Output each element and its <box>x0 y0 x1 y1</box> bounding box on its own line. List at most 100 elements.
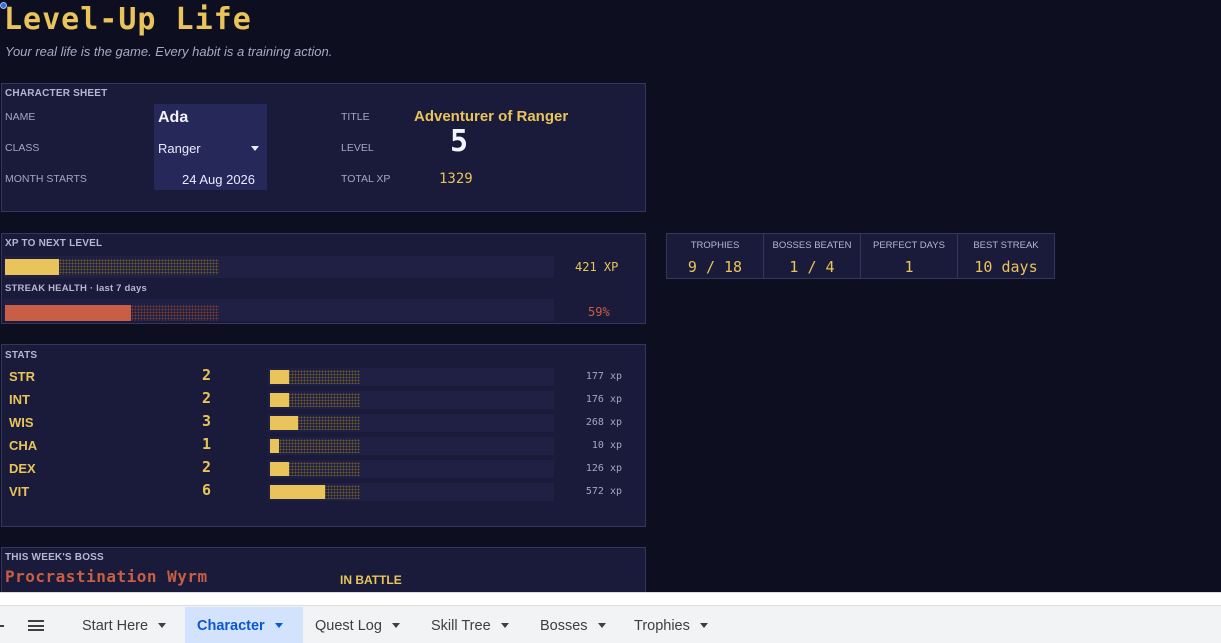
stat-level: 2 <box>202 389 212 407</box>
stat-xp: 177 xp <box>585 371 622 382</box>
chevron-down-icon[interactable] <box>699 623 708 628</box>
chevron-down-icon[interactable] <box>597 623 606 628</box>
stat-level: 2 <box>202 366 212 384</box>
stat-xp: 268 xp <box>585 417 622 428</box>
summary-panel: TROPHIES 9 / 18 BOSSES BEATEN 1 / 4 PERF… <box>666 233 1055 279</box>
level-label: LEVEL <box>341 142 374 154</box>
stat-bar-fill <box>270 393 289 407</box>
stat-bar <box>270 416 360 430</box>
summary-label: PERFECT DAYS <box>873 240 945 251</box>
summary-best-streak: BEST STREAK 10 days <box>958 234 1054 279</box>
name-label: NAME <box>5 111 36 123</box>
stat-bar-fill <box>270 370 289 384</box>
stat-name: INT <box>9 392 30 407</box>
character-sheet-label: CHARACTER SHEET <box>5 88 108 99</box>
xp-progress-bar <box>5 259 219 275</box>
tab-skill-tree[interactable]: Skill Tree <box>419 607 521 643</box>
summary-label: BEST STREAK <box>973 240 1039 251</box>
all-sheets-menu-icon[interactable] <box>28 620 44 631</box>
tab-trophies[interactable]: Trophies <box>622 607 720 643</box>
streak-progress-fill <box>5 305 132 321</box>
chevron-down-icon[interactable] <box>500 623 509 628</box>
stat-row-int: INT 2 176 xp <box>2 389 646 412</box>
tab-start-here[interactable]: Start Here <box>70 607 178 643</box>
summary-value: 1 / 4 <box>789 258 835 276</box>
month-starts-field[interactable]: 24 Aug 2026 <box>182 172 255 187</box>
month-starts-label: MONTH STARTS <box>5 173 87 185</box>
tab-label: Character <box>197 617 265 634</box>
stat-row-str: STR 2 177 xp <box>2 366 646 389</box>
class-select[interactable]: Ranger <box>158 141 201 156</box>
page-subtitle: Your real life is the game. Every habit … <box>5 44 333 59</box>
chevron-down-icon[interactable] <box>274 623 283 628</box>
total-xp-value: 1329 <box>439 171 473 187</box>
stat-name: VIT <box>9 484 30 499</box>
scroll-left-icon[interactable] <box>0 625 4 627</box>
chevron-down-icon[interactable] <box>391 623 400 628</box>
stat-row-cha: CHA 1 10 xp <box>2 435 646 458</box>
streak-health-label: STREAK HEALTH · last 7 days <box>5 283 147 294</box>
stat-bar <box>270 485 360 499</box>
stat-xp: 176 xp <box>585 394 622 405</box>
total-xp-label: TOTAL XP <box>341 173 391 185</box>
stat-bar-fill <box>270 416 298 430</box>
summary-label: TROPHIES <box>690 240 740 251</box>
tab-label: Trophies <box>634 617 690 634</box>
title-label: TITLE <box>341 111 370 123</box>
summary-label: BOSSES BEATEN <box>772 240 852 251</box>
summary-value: 9 / 18 <box>687 258 743 276</box>
stats-panel: STATS STR 2 177 xp INT 2 176 xp WIS 3 26… <box>1 344 646 527</box>
stat-level: 6 <box>202 481 212 499</box>
summary-bosses-beaten: BOSSES BEATEN 1 / 4 <box>764 234 861 279</box>
page-title: Level-Up Life <box>4 2 252 37</box>
summary-value: 1 <box>904 258 914 276</box>
progress-panel: XP TO NEXT LEVEL 421 XP STREAK HEALTH · … <box>1 233 646 324</box>
xp-to-next-value: 421 XP <box>575 260 619 274</box>
class-label: CLASS <box>5 142 40 154</box>
character-title: Adventurer of Ranger <box>414 108 569 125</box>
stat-name: WIS <box>9 415 34 430</box>
tab-label: Quest Log <box>315 617 382 634</box>
streak-health-value: 59% <box>588 305 610 319</box>
tab-bosses[interactable]: Bosses <box>528 607 618 643</box>
character-level: 5 <box>450 124 469 159</box>
stat-bar-fill <box>270 485 325 499</box>
stat-level: 2 <box>202 458 212 476</box>
stat-row-vit: VIT 6 572 xp <box>2 481 646 504</box>
stat-name: STR <box>9 369 35 384</box>
stat-name: DEX <box>9 461 36 476</box>
stat-xp: 126 xp <box>585 463 622 474</box>
stat-xp: 572 xp <box>585 486 622 497</box>
stat-row-dex: DEX 2 126 xp <box>2 458 646 481</box>
stat-bar-fill <box>270 439 279 453</box>
stat-level: 3 <box>202 412 212 430</box>
streak-progress-bar <box>5 305 219 321</box>
scrollbar-area <box>0 593 1221 606</box>
xp-next-level-label: XP TO NEXT LEVEL <box>5 238 103 249</box>
name-field[interactable]: Ada <box>158 109 188 127</box>
tab-character[interactable]: Character <box>185 607 303 643</box>
stat-name: CHA <box>9 438 38 453</box>
summary-perfect-days: PERFECT DAYS 1 <box>861 234 958 279</box>
tab-label: Start Here <box>82 617 149 634</box>
tab-label: Skill Tree <box>431 617 491 634</box>
boss-label: THIS WEEK'S BOSS <box>5 552 104 563</box>
character-sheet-panel: CHARACTER SHEET NAME CLASS MONTH STARTS … <box>1 83 646 212</box>
xp-progress-fill <box>5 259 59 275</box>
stat-bar <box>270 439 360 453</box>
chevron-down-icon[interactable] <box>251 146 259 151</box>
stat-level: 1 <box>202 435 212 453</box>
stat-bar-fill <box>270 462 289 476</box>
stat-xp: 10 xp <box>591 440 622 451</box>
stats-label: STATS <box>5 350 38 361</box>
stat-row-wis: WIS 3 268 xp <box>2 412 646 435</box>
boss-status-badge: IN BATTLE <box>340 573 402 587</box>
chevron-down-icon[interactable] <box>158 623 167 628</box>
summary-trophies: TROPHIES 9 / 18 <box>667 234 764 279</box>
tab-quest-log[interactable]: Quest Log <box>303 607 412 643</box>
boss-name: Procrastination Wyrm <box>5 567 208 586</box>
stat-bar <box>270 462 360 476</box>
sheet-tab-bar: Start Here Character Quest Log Skill Tre… <box>0 592 1221 643</box>
stat-bar <box>270 370 360 384</box>
stat-bar <box>270 393 360 407</box>
